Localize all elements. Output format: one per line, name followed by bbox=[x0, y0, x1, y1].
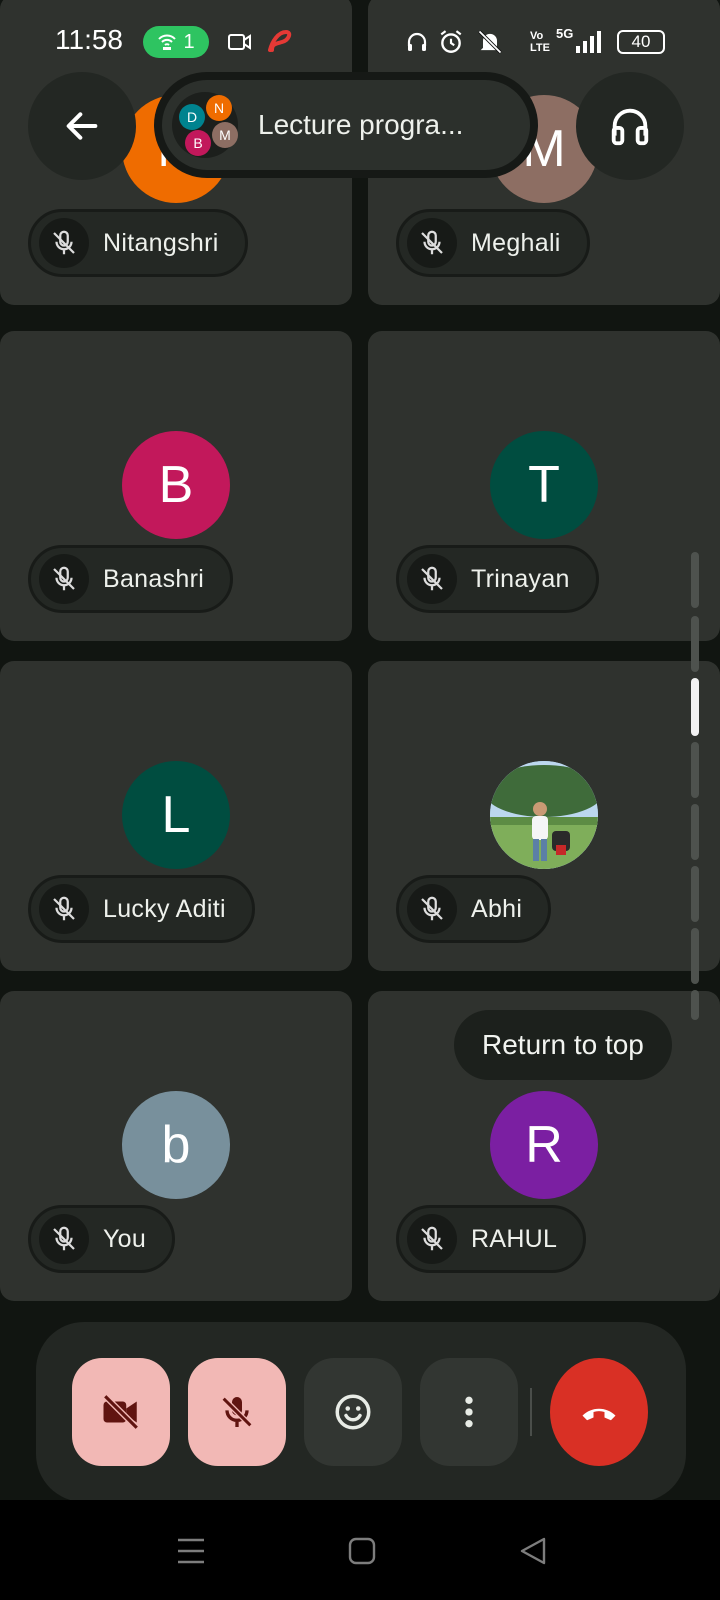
more-options-button[interactable] bbox=[420, 1358, 518, 1466]
end-call-button[interactable] bbox=[550, 1358, 648, 1466]
headphones-icon bbox=[611, 108, 649, 146]
more-vert-icon bbox=[465, 1396, 473, 1428]
scrollbar-segment bbox=[691, 742, 699, 798]
return-to-top-button[interactable]: Return to top bbox=[454, 1010, 672, 1080]
avatar: B bbox=[122, 431, 230, 539]
reactions-button[interactable] bbox=[304, 1358, 402, 1466]
participant-name: Abhi bbox=[471, 894, 523, 923]
mic-off-icon bbox=[407, 218, 457, 268]
scrollbar-segment bbox=[691, 804, 699, 860]
mini-avatar: M bbox=[212, 122, 238, 148]
mic-off-icon bbox=[407, 554, 457, 604]
scrollbar-thumb[interactable] bbox=[691, 678, 699, 736]
participant-name-pill: Lucky Aditi bbox=[28, 875, 255, 943]
scrollbar-segment bbox=[691, 552, 699, 608]
back-nav-icon[interactable] bbox=[518, 1536, 548, 1566]
controls-divider bbox=[530, 1388, 532, 1436]
emoji-icon bbox=[335, 1394, 371, 1430]
recents-menu-icon[interactable] bbox=[176, 1536, 206, 1566]
system-nav-bar bbox=[0, 1500, 720, 1600]
participant-name-pill: Abhi bbox=[396, 875, 552, 943]
participant-name-pill: Meghali bbox=[396, 209, 590, 277]
mini-avatar: B bbox=[185, 130, 211, 156]
meeting-info-pill[interactable]: Lecture progra... D N B M bbox=[154, 72, 538, 178]
audio-output-button[interactable] bbox=[576, 72, 684, 180]
mic-off-icon bbox=[39, 884, 89, 934]
participant-name: RAHUL bbox=[471, 1224, 558, 1253]
mini-avatar: N bbox=[206, 95, 232, 121]
participant-mini-avatars: D N B M bbox=[172, 92, 238, 158]
back-button[interactable] bbox=[28, 72, 136, 180]
mic-off-icon bbox=[221, 1396, 253, 1428]
volte-label: Vo LTE bbox=[530, 30, 550, 54]
participant-tile[interactable]: b You bbox=[0, 991, 352, 1301]
return-to-top-label: Return to top bbox=[482, 1029, 644, 1060]
participant-name: Meghali bbox=[471, 228, 561, 257]
mic-off-icon bbox=[39, 554, 89, 604]
participant-name: Banashri bbox=[103, 564, 205, 593]
call-end-icon bbox=[582, 1408, 616, 1421]
status-time: 11:58 bbox=[55, 24, 123, 55]
camera-toggle-button[interactable] bbox=[72, 1358, 170, 1466]
participant-name: Nitangshri bbox=[103, 228, 219, 257]
mic-off-icon bbox=[39, 1214, 89, 1264]
meeting-title: Lecture progra... bbox=[258, 109, 464, 140]
participant-name: You bbox=[103, 1224, 147, 1253]
participant-name-pill: RAHUL bbox=[396, 1205, 587, 1273]
avatar: b bbox=[122, 1091, 230, 1199]
call-controls-bar bbox=[36, 1322, 686, 1502]
participant-name: Lucky Aditi bbox=[103, 894, 226, 923]
mic-off-icon bbox=[39, 218, 89, 268]
hotspot-icon bbox=[158, 34, 177, 50]
hotspot-count: 1 bbox=[183, 30, 195, 53]
meet-call-screen: N Nitangshri M Meghali B Banashri T bbox=[0, 0, 720, 1600]
signal-icon bbox=[576, 31, 601, 53]
avatar-photo bbox=[490, 761, 598, 869]
arrow-left-icon bbox=[66, 112, 98, 140]
participant-name-pill: Banashri bbox=[28, 545, 234, 613]
participant-name: Trinayan bbox=[471, 564, 570, 593]
avatar: T bbox=[490, 431, 598, 539]
participant-name-pill: Trinayan bbox=[396, 545, 599, 613]
battery-indicator: 40 bbox=[617, 30, 665, 54]
avatar: L bbox=[122, 761, 230, 869]
video-call-icon bbox=[228, 34, 251, 50]
mini-avatar: D bbox=[179, 104, 205, 130]
camera-off-icon bbox=[103, 1394, 139, 1430]
home-icon[interactable] bbox=[347, 1536, 377, 1566]
scrollbar-segment bbox=[691, 928, 699, 984]
mic-off-icon bbox=[407, 884, 457, 934]
participant-tile[interactable]: L Lucky Aditi bbox=[0, 661, 352, 971]
participant-name-pill: You bbox=[28, 1205, 176, 1273]
scrollbar-segment bbox=[691, 866, 699, 922]
status-bar: 11:58 1 Vo LTE 5G 40 bbox=[0, 0, 720, 70]
scrollbar-segment bbox=[691, 990, 699, 1020]
scrollbar-segment bbox=[691, 616, 699, 672]
participant-tile[interactable]: B Banashri bbox=[0, 331, 352, 641]
headphones-status-icon bbox=[407, 32, 427, 51]
mic-toggle-button[interactable] bbox=[188, 1358, 286, 1466]
participant-tile[interactable]: T Trinayan bbox=[368, 331, 720, 641]
airtel-icon bbox=[268, 29, 292, 52]
bell-off-icon bbox=[478, 30, 502, 54]
mic-off-icon bbox=[407, 1214, 457, 1264]
participant-tile[interactable]: Abhi bbox=[368, 661, 720, 971]
hotspot-indicator: 1 bbox=[143, 26, 209, 58]
participant-name-pill: Nitangshri bbox=[28, 209, 248, 277]
alarm-icon bbox=[440, 30, 462, 53]
network-type: 5G bbox=[556, 26, 574, 41]
avatar: R bbox=[490, 1091, 598, 1199]
battery-level: 40 bbox=[631, 32, 651, 51]
